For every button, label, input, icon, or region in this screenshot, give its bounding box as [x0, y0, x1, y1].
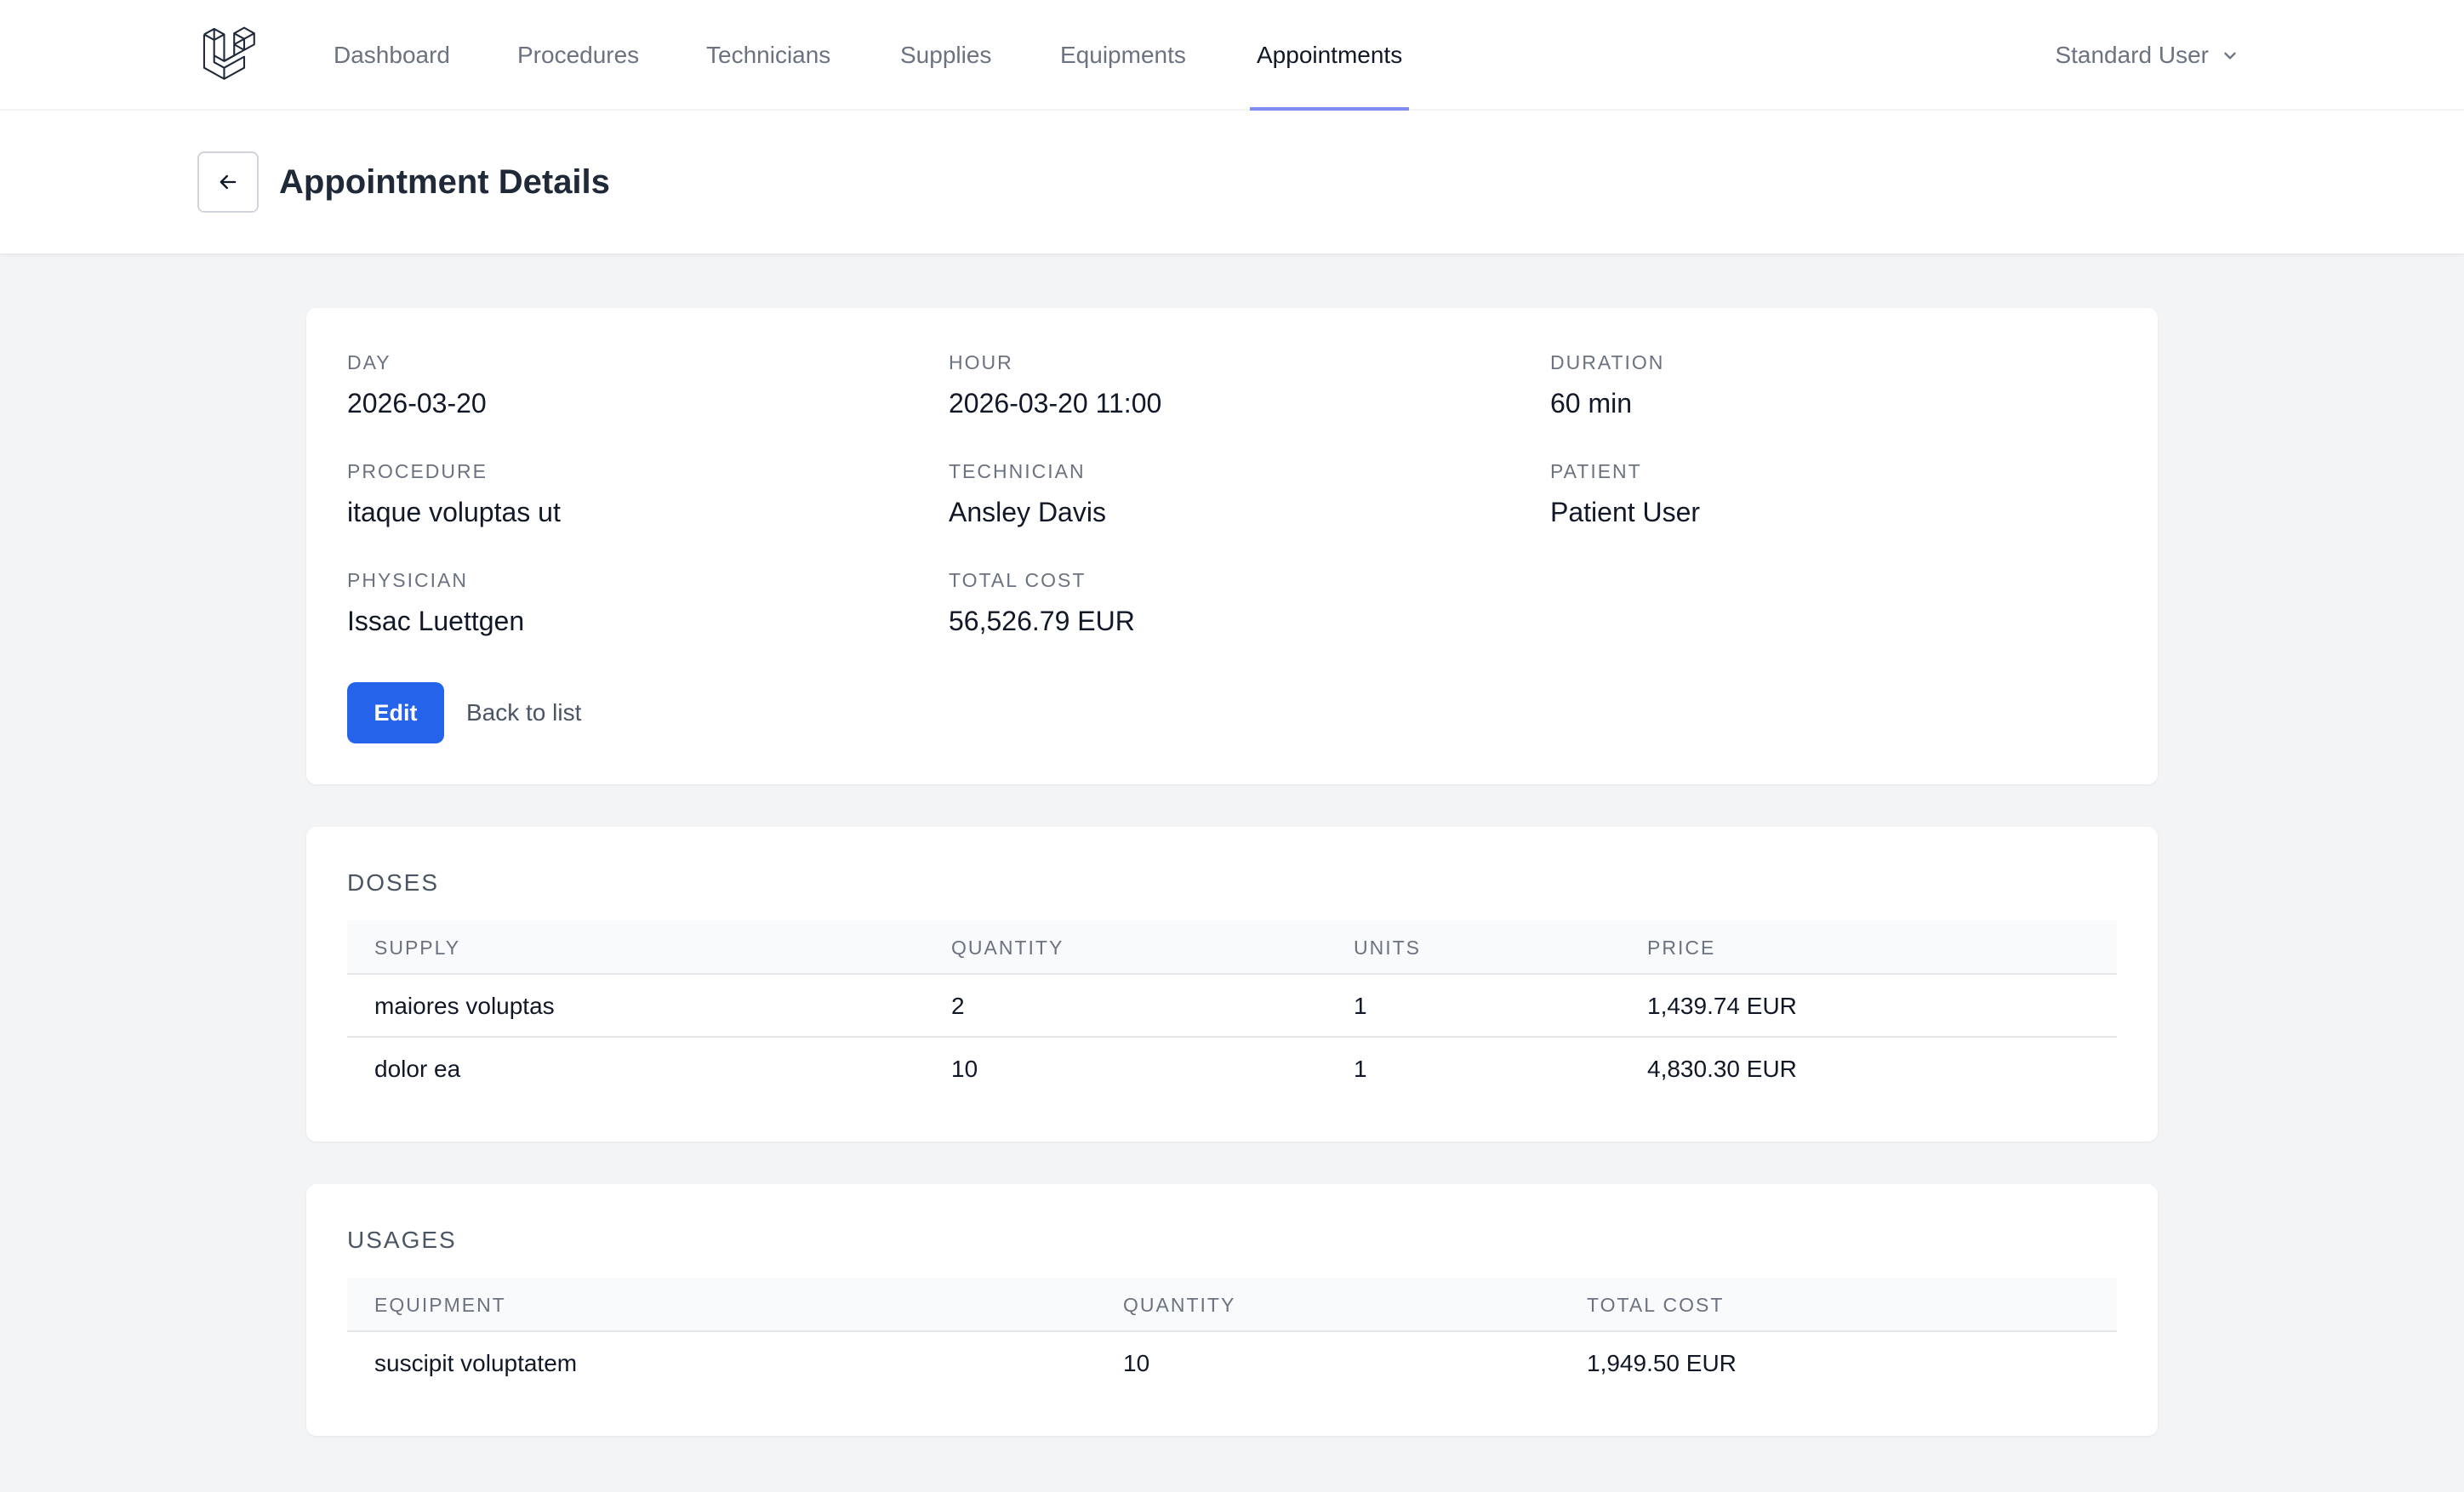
- laravel-logo-icon[interactable]: [201, 26, 259, 83]
- field-value: 56,526.79 EUR: [949, 606, 1135, 636]
- cell-price: 4,830.30 EUR: [1647, 1056, 1797, 1082]
- nav-procedures[interactable]: Procedures: [517, 0, 639, 111]
- chevron-down-icon: [2224, 52, 2236, 60]
- field-label: DURATION: [1550, 351, 1665, 373]
- user-menu-dropdown[interactable]: Standard User: [2055, 0, 2239, 111]
- cell-units: 1: [1354, 1056, 1367, 1082]
- field-value: Issac Luettgen: [347, 606, 525, 636]
- back-button[interactable]: [197, 151, 259, 213]
- arrow-left-icon: [220, 174, 237, 190]
- table-header: SUPPLY QUANTITY UNITS PRICE: [347, 920, 2117, 975]
- field-total-cost: TOTAL COST 56,526.79 EUR: [949, 568, 1135, 638]
- nav-equipments[interactable]: Equipments: [1060, 0, 1186, 111]
- field-patient: PATIENT Patient User: [1550, 459, 1700, 529]
- column-header-supply: SUPPLY: [374, 936, 461, 959]
- doses-card: DOSES SUPPLY QUANTITY UNITS PRICE maiore…: [306, 827, 2158, 1142]
- section-title: USAGES: [347, 1227, 457, 1253]
- table-row: dolor ea 10 1 4,830.30 EUR: [347, 1038, 2117, 1101]
- nav-dashboard[interactable]: Dashboard: [334, 0, 450, 111]
- field-value: 2026-03-20: [347, 388, 487, 419]
- cell-equipment: suscipit voluptatem: [374, 1350, 578, 1376]
- field-label: PATIENT: [1550, 460, 1642, 482]
- page-header: Appointment Details: [0, 111, 2464, 253]
- section-title: DOSES: [347, 869, 440, 896]
- column-header-units: UNITS: [1354, 936, 1421, 959]
- usages-card: USAGES EQUIPMENT QUANTITY TOTAL COST sus…: [306, 1184, 2158, 1436]
- column-header-price: PRICE: [1647, 936, 1716, 959]
- doses-table: SUPPLY QUANTITY UNITS PRICE maiores volu…: [347, 920, 2117, 1101]
- field-technician: TECHNICIAN Ansley Davis: [949, 459, 1106, 529]
- back-to-list-link[interactable]: Back to list: [466, 682, 581, 743]
- field-label: HOUR: [949, 351, 1013, 373]
- cell-total-cost: 1,949.50 EUR: [1587, 1350, 1737, 1376]
- column-header-equipment: EQUIPMENT: [374, 1293, 506, 1316]
- field-value: Patient User: [1550, 497, 1701, 527]
- field-value: Ansley Davis: [949, 497, 1106, 527]
- column-header-total-cost: TOTAL COST: [1587, 1293, 1725, 1316]
- cell-price: 1,439.74 EUR: [1647, 993, 1797, 1019]
- usages-table: EQUIPMENT QUANTITY TOTAL COST suscipit v…: [347, 1278, 2117, 1395]
- page-title: Appointment Details: [279, 163, 610, 201]
- field-label: TECHNICIAN: [949, 460, 1086, 482]
- table-header: EQUIPMENT QUANTITY TOTAL COST: [347, 1278, 2117, 1332]
- nav-appointments[interactable]: Appointments: [1249, 0, 1410, 111]
- field-label: PROCEDURE: [347, 460, 488, 482]
- cell-quantity: 10: [1123, 1350, 1150, 1376]
- table-row: maiores voluptas 2 1 1,439.74 EUR: [347, 975, 2117, 1038]
- nav-supplies[interactable]: Supplies: [900, 0, 991, 111]
- cell-supply: maiores voluptas: [374, 993, 555, 1019]
- field-value: itaque voluptas ut: [347, 497, 561, 527]
- column-header-quantity: QUANTITY: [1123, 1293, 1236, 1316]
- column-header-quantity: QUANTITY: [951, 936, 1064, 959]
- field-label: TOTAL COST: [949, 569, 1087, 591]
- cell-supply: dolor ea: [374, 1056, 461, 1082]
- top-navigation: Dashboard Procedures Technicians Supplie…: [0, 0, 2464, 111]
- field-hour: HOUR 2026-03-20 11:00: [949, 350, 1161, 420]
- edit-button[interactable]: Edit: [347, 682, 444, 743]
- cell-quantity: 2: [951, 993, 965, 1019]
- appointment-details-card: DAY 2026-03-20 HOUR 2026-03-20 11:00 DUR…: [306, 308, 2158, 784]
- field-value: 60 min: [1550, 388, 1633, 419]
- nav-technicians[interactable]: Technicians: [706, 0, 830, 111]
- field-day: DAY 2026-03-20: [347, 350, 487, 420]
- field-procedure: PROCEDURE itaque voluptas ut: [347, 459, 561, 529]
- user-name: Standard User: [2055, 42, 2209, 68]
- field-value: 2026-03-20 11:00: [949, 388, 1162, 419]
- field-label: PHYSICIAN: [347, 569, 468, 591]
- cell-units: 1: [1354, 993, 1367, 1019]
- field-physician: PHYSICIAN Issac Luettgen: [347, 568, 524, 638]
- cell-quantity: 10: [951, 1056, 978, 1082]
- field-label: DAY: [347, 351, 391, 373]
- field-duration: DURATION 60 min: [1550, 350, 1664, 420]
- table-row: suscipit voluptatem 10 1,949.50 EUR: [347, 1332, 2117, 1395]
